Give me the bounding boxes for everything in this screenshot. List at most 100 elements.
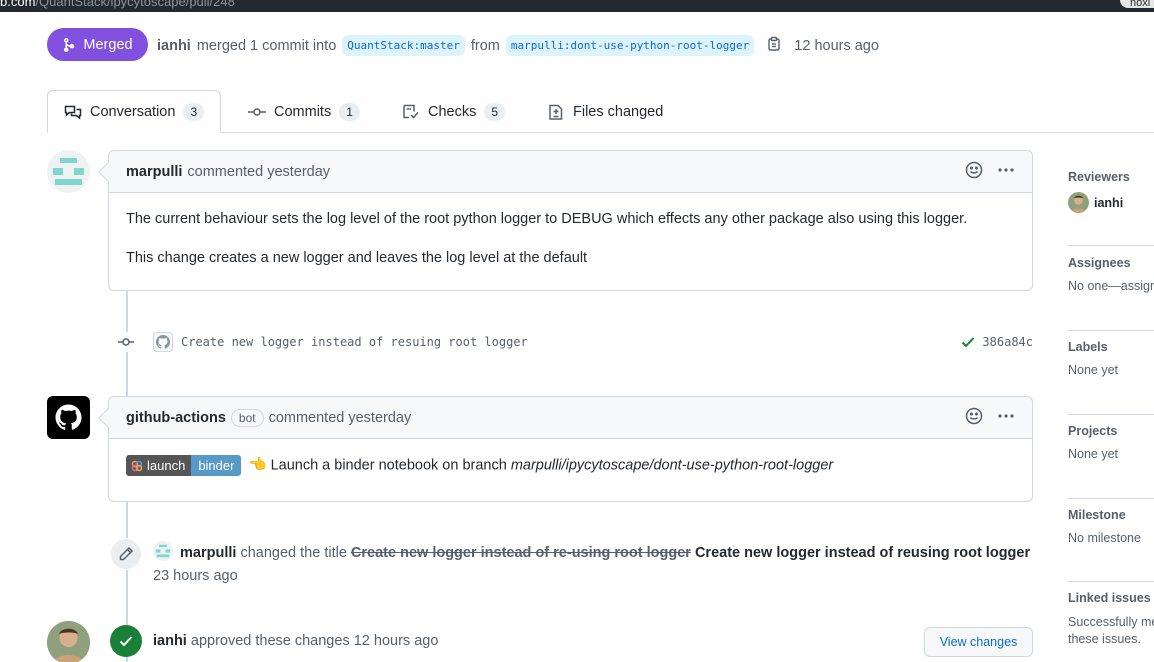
browser-pill[interactable]: noxi [1120, 0, 1154, 9]
from-text: from [470, 37, 500, 54]
tab-files-changed-label: Files changed [573, 103, 664, 120]
git-merge-icon [64, 37, 75, 52]
merged-status-badge: Merged [47, 28, 148, 61]
url-text[interactable]: b.com/QuantStack/ipycytoscape/pull/248 [0, 0, 235, 9]
event-time[interactable]: 12 hours ago [354, 633, 439, 649]
tab-conversation[interactable]: Conversation 3 [47, 90, 222, 133]
avatar-marpulli[interactable] [47, 150, 90, 193]
sidebar-value: None yet [1068, 363, 1119, 377]
binder-logo-icon [131, 460, 143, 471]
kebab-menu-icon[interactable] [997, 161, 1015, 183]
comment-marpulli: marpulli commented yesterday The current… [98, 150, 1033, 291]
git-commit-icon [116, 332, 136, 352]
merged-status-label: Merged [83, 36, 133, 53]
sidebar-heading[interactable]: Projects [1068, 424, 1154, 438]
comment-github-actions: github-actions bot commented yesterday l… [98, 396, 1033, 502]
pencil-icon [110, 538, 142, 570]
kebab-menu-icon[interactable] [997, 407, 1015, 429]
comment-meta[interactable]: commented yesterday [269, 410, 412, 426]
reviewer-avatar[interactable] [1068, 192, 1089, 213]
smiley-icon[interactable] [965, 407, 983, 429]
tab-commits[interactable]: Commits 1 [248, 90, 360, 133]
event-username[interactable]: marpulli [180, 545, 236, 561]
mini-avatar-marpulli[interactable] [153, 541, 173, 561]
merge-action-text: merged 1 commit into [196, 37, 337, 54]
sidebar-value[interactable]: No one—assign yourself [1068, 279, 1154, 293]
tab-conversation-count: 3 [183, 102, 205, 121]
head-branch[interactable]: marpulli:dont-use-python-root-logger [505, 35, 755, 56]
launch-binder-badge[interactable]: launch binder [126, 455, 242, 476]
sidebar-reviewers: Reviewers ianhi [1068, 170, 1154, 246]
binder-right-label: binder [191, 455, 242, 476]
merge-time: 12 hours ago [794, 37, 879, 54]
new-title: Create new logger instead of reusing roo… [694, 545, 1031, 561]
commit-sha[interactable]: 386a84c [982, 335, 1033, 349]
title-change-event: marpulli changed the title Create new lo… [153, 541, 1033, 588]
identicon [153, 541, 173, 561]
avatar-github-actions[interactable] [47, 396, 90, 439]
binder-branch-name: marpulli/ipycytoscape/dont-use-python-ro… [510, 457, 834, 474]
commit-sha-group: 386a84c [960, 334, 1033, 350]
comment-header: marpulli commented yesterday [109, 151, 1032, 193]
file-diff-icon [549, 104, 563, 120]
sidebar-heading[interactable]: Labels [1068, 340, 1154, 354]
comment-paragraph: The current behaviour sets the log level… [126, 211, 968, 227]
old-title: Create new logger instead of re-using ro… [350, 545, 691, 561]
commit-message[interactable]: Create new logger instead of resuing roo… [181, 335, 528, 349]
tab-conversation-label: Conversation [90, 103, 176, 120]
sidebar-milestone: Milestone No milestone [1068, 508, 1154, 582]
commit-author-avatar[interactable] [153, 332, 173, 352]
sidebar-heading[interactable]: Reviewers [1068, 170, 1154, 184]
browser-url-bar: b.com/QuantStack/ipycytoscape/pull/248 n… [0, 0, 1154, 12]
sidebar-linked-issues: Linked issues Successfully merging this … [1068, 591, 1154, 646]
tab-commits-label: Commits [274, 103, 332, 120]
event-action: approved these changes [190, 633, 350, 649]
sidebar-heading[interactable]: Linked issues [1068, 591, 1154, 605]
comment-meta[interactable]: commented yesterday [187, 164, 330, 180]
sidebar-heading[interactable]: Milestone [1068, 508, 1154, 522]
event-username[interactable]: ianhi [153, 633, 187, 649]
approved-check-icon [110, 625, 142, 657]
sidebar-value: None yet [1068, 447, 1119, 461]
sidebar-heading[interactable]: Assignees [1068, 256, 1154, 270]
checklist-icon [403, 104, 419, 119]
git-commit-icon [248, 107, 266, 116]
comment-author[interactable]: github-actions [126, 410, 226, 426]
event-time[interactable]: 23 hours ago [153, 568, 238, 584]
sidebar-projects: Projects None yet [1068, 424, 1154, 499]
tab-checks-count: 5 [484, 102, 506, 121]
profile-photo-icon [47, 621, 90, 662]
binder-left-label: launch [147, 458, 186, 473]
merger-username[interactable]: ianhi [157, 38, 191, 54]
binder-text: Launch a binder notebook on branch [270, 457, 507, 474]
merge-summary: ianhi merged 1 commit into QuantStack:ma… [157, 35, 879, 56]
reviewer-name[interactable]: ianhi [1094, 196, 1123, 210]
bot-badge: bot [230, 408, 264, 427]
pr-sidebar: Reviewers ianhi Assignees No one—assign … [1068, 160, 1154, 662]
check-icon[interactable] [960, 334, 976, 350]
avatar-ianhi[interactable] [47, 621, 90, 662]
view-changes-button[interactable]: View changes [924, 627, 1033, 657]
sidebar-value: Successfully merging this pull request m… [1068, 615, 1154, 629]
sidebar-value: No milestone [1068, 531, 1141, 545]
comment-body: launch binder 👈 Launch a binder notebook… [109, 439, 1032, 492]
comment-paragraph: This change creates a new logger and lea… [126, 250, 588, 266]
sidebar-assignees: Assignees No one—assign yourself [1068, 256, 1154, 331]
tab-checks[interactable]: Checks 5 [402, 90, 506, 133]
smiley-icon[interactable] [965, 161, 983, 183]
comment-body: The current behaviour sets the log level… [109, 193, 1032, 284]
pointing-hand-emoji: 👈 [248, 457, 267, 474]
base-branch[interactable]: QuantStack:master [342, 35, 465, 56]
tab-commits-count: 1 [339, 102, 360, 121]
comment-author[interactable]: marpulli [126, 164, 182, 180]
tab-files-changed[interactable]: Files changed [547, 90, 663, 133]
pr-tab-bar: Conversation 3 Commits 1 Checks 5 Files … [47, 90, 1154, 133]
comment-header: github-actions bot commented yesterday [109, 397, 1032, 439]
event-action: changed the title [240, 545, 347, 561]
copy-icon[interactable] [766, 36, 782, 56]
sidebar-labels: Labels None yet [1068, 340, 1154, 415]
comment-discussion-icon [64, 105, 82, 120]
approve-event: ianhi approved these changes 12 hours ag… [153, 630, 438, 653]
github-logo-icon [55, 404, 82, 430]
identicon [47, 150, 90, 193]
